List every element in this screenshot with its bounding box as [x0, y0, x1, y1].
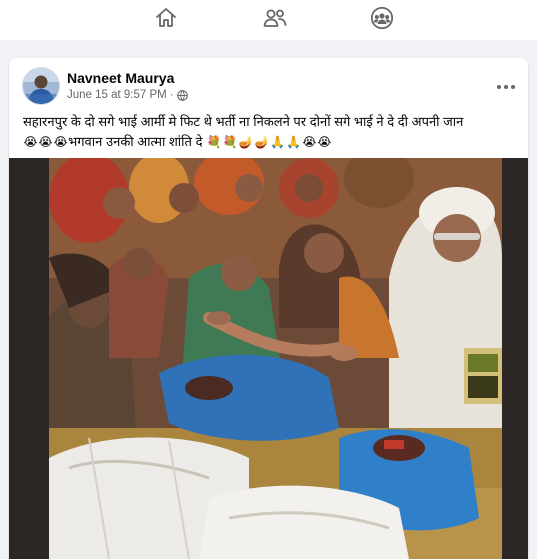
- crying-emoji: 😭: [38, 135, 53, 149]
- caption-line-2-text: भगवान उनकी आत्मा शांति दे: [68, 134, 203, 149]
- diya-lamp-emoji: 🪔: [238, 135, 254, 149]
- post-meta: June 15 at 9:57 PM ·: [67, 89, 188, 101]
- post-timestamp[interactable]: June 15 at 9:57 PM: [67, 89, 167, 101]
- meta-separator: ·: [169, 89, 174, 101]
- top-navigation-bar: [0, 0, 537, 40]
- globe-icon: [176, 89, 188, 101]
- crying-emoji: 😭: [317, 135, 332, 149]
- author-avatar[interactable]: [23, 68, 59, 104]
- bouquet-emoji: 💐: [222, 135, 238, 149]
- home-icon[interactable]: [153, 5, 179, 31]
- bouquet-emoji: 💐: [206, 135, 222, 149]
- crying-emoji: 😭: [23, 135, 38, 149]
- caption-line-2: 😭😭😭भगवान उनकी आत्मा शांति दे 💐💐🪔🪔🙏🙏😭😭: [23, 132, 523, 152]
- author-name[interactable]: Navneet Maurya: [67, 70, 174, 86]
- more-dots-icon[interactable]: [496, 78, 516, 89]
- crying-emoji: 😭: [53, 135, 68, 149]
- groups-icon[interactable]: [369, 5, 395, 31]
- folded-hands-emoji: 🙏: [286, 135, 302, 149]
- post-caption: सहारनपुर के दो सगे भाई आर्मी मे फिट थे भ…: [23, 112, 523, 152]
- folded-hands-emoji: 🙏: [270, 135, 286, 149]
- caption-line-1: सहारनपुर के दो सगे भाई आर्मी मे फिट थे भ…: [23, 114, 464, 129]
- photo-grieving-family: [9, 158, 528, 559]
- diya-lamp-emoji: 🪔: [254, 135, 270, 149]
- crying-emoji: 😭: [302, 135, 317, 149]
- post-photo[interactable]: [9, 158, 528, 559]
- post-card: Navneet Maurya June 15 at 9:57 PM · सहार…: [9, 58, 528, 559]
- friends-icon[interactable]: [262, 5, 288, 31]
